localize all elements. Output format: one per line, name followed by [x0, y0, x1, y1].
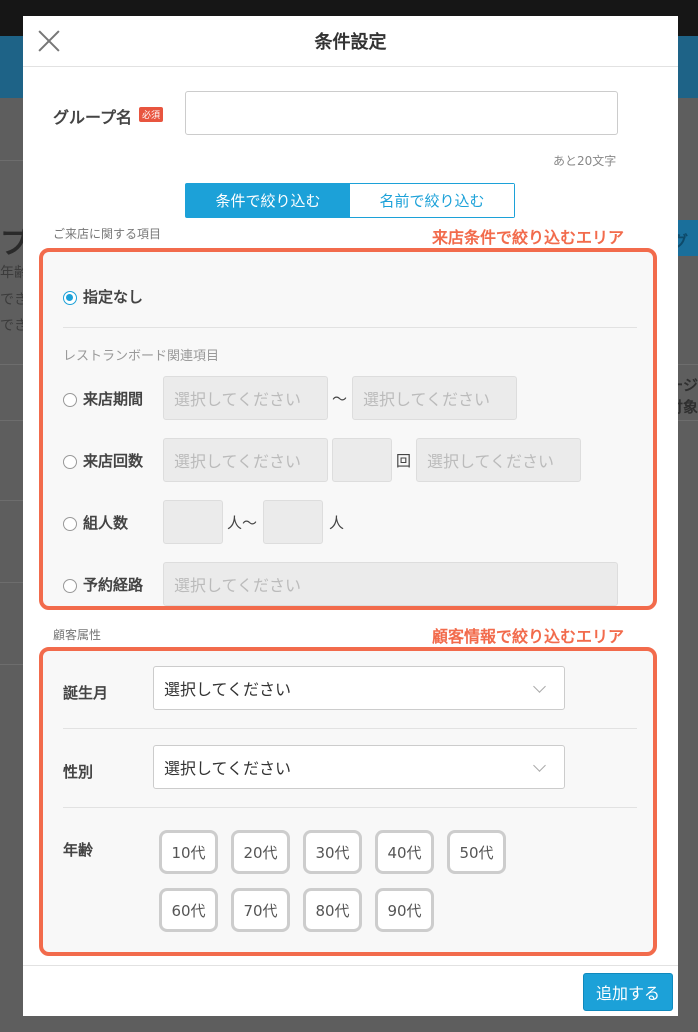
char-count: あと20文字 — [553, 154, 617, 168]
chevron-down-icon — [533, 759, 546, 772]
radio-none[interactable] — [63, 291, 77, 305]
birth-month-select[interactable]: 選択してください — [153, 666, 565, 710]
add-button[interactable]: 追加する — [583, 973, 673, 1011]
filter-mode-tabs: 条件で絞り込む 名前で絞り込む — [185, 183, 515, 218]
background-divider — [0, 582, 24, 583]
party-size-unit-from: 人〜 — [227, 514, 258, 532]
divider — [63, 327, 637, 328]
customer-area-annotation: 顧客情報で絞り込むエリア — [432, 627, 625, 646]
age-option-button[interactable]: 60代 — [159, 888, 218, 932]
visit-section-label: ご来店に関する項目 — [53, 227, 162, 241]
background-divider — [0, 500, 24, 501]
customer-section-label: 顧客属性 — [53, 628, 102, 642]
age-option-button[interactable]: 50代 — [447, 830, 506, 874]
visit-count-from-select[interactable]: 選択してください — [163, 438, 328, 482]
age-option-button[interactable]: 30代 — [303, 830, 362, 874]
visit-area-annotation: 来店条件で絞り込むエリア — [432, 228, 625, 247]
age-option-button[interactable]: 90代 — [375, 888, 434, 932]
birth-month-label: 誕生月 — [63, 684, 109, 702]
background-divider — [0, 664, 24, 665]
group-name-input[interactable] — [185, 91, 618, 135]
reservation-route-label: 予約経路 — [83, 576, 144, 594]
party-size-unit-to: 人 — [329, 514, 345, 532]
restaurant-board-subheading: レストランボード関連項目 — [63, 349, 220, 364]
background-divider — [0, 160, 24, 161]
party-size-label: 組人数 — [83, 514, 129, 532]
modal-header: 条件設定 — [23, 16, 678, 67]
tab-filter-by-name[interactable]: 名前で絞り込む — [350, 184, 514, 217]
customer-info-area: 誕生月 選択してください 性別 選択してください 年齢 10代 20代 30代 … — [39, 647, 657, 956]
visit-conditions-area: 指定なし レストランボード関連項目 来店期間 選択してください 〜 選択してくだ… — [39, 248, 657, 610]
background-divider — [0, 364, 24, 365]
condition-settings-modal: 条件設定 グループ名 必須 あと20文字 条件で絞り込む 名前で絞り込む ご来店… — [23, 16, 678, 1016]
tab-filter-by-condition[interactable]: 条件で絞り込む — [186, 184, 350, 217]
group-name-label: グループ名 — [53, 108, 133, 127]
reservation-route-select[interactable]: 選択してください — [163, 562, 618, 606]
background-divider — [0, 420, 24, 421]
visit-count-input[interactable] — [332, 438, 392, 482]
visit-period-from-select[interactable]: 選択してください — [163, 376, 328, 420]
radio-reservation-route[interactable] — [63, 579, 77, 593]
age-label: 年齢 — [63, 841, 94, 859]
chevron-down-icon — [533, 680, 546, 693]
radio-visit-count[interactable] — [63, 455, 77, 469]
count-unit: 回 — [396, 452, 412, 470]
none-option-label: 指定なし — [83, 288, 144, 306]
age-option-button[interactable]: 10代 — [159, 830, 218, 874]
divider — [63, 728, 637, 729]
gender-select[interactable]: 選択してください — [153, 745, 565, 789]
age-option-button[interactable]: 80代 — [303, 888, 362, 932]
age-option-button[interactable]: 20代 — [231, 830, 290, 874]
divider — [63, 807, 637, 808]
range-separator: 〜 — [332, 390, 348, 408]
visit-period-to-select[interactable]: 選択してください — [352, 376, 517, 420]
modal-title: 条件設定 — [314, 32, 387, 53]
radio-party-size[interactable] — [63, 517, 77, 531]
required-badge: 必須 — [139, 107, 164, 122]
radio-visit-period[interactable] — [63, 393, 77, 407]
party-size-to-input[interactable] — [263, 500, 323, 544]
gender-label: 性別 — [63, 763, 94, 781]
visit-period-label: 来店期間 — [83, 390, 144, 408]
visit-count-label: 来店回数 — [83, 452, 144, 470]
footer-divider — [23, 965, 678, 966]
visit-count-to-select[interactable]: 選択してください — [416, 438, 581, 482]
party-size-from-input[interactable] — [163, 500, 223, 544]
age-option-button[interactable]: 40代 — [375, 830, 434, 874]
age-option-button[interactable]: 70代 — [231, 888, 290, 932]
